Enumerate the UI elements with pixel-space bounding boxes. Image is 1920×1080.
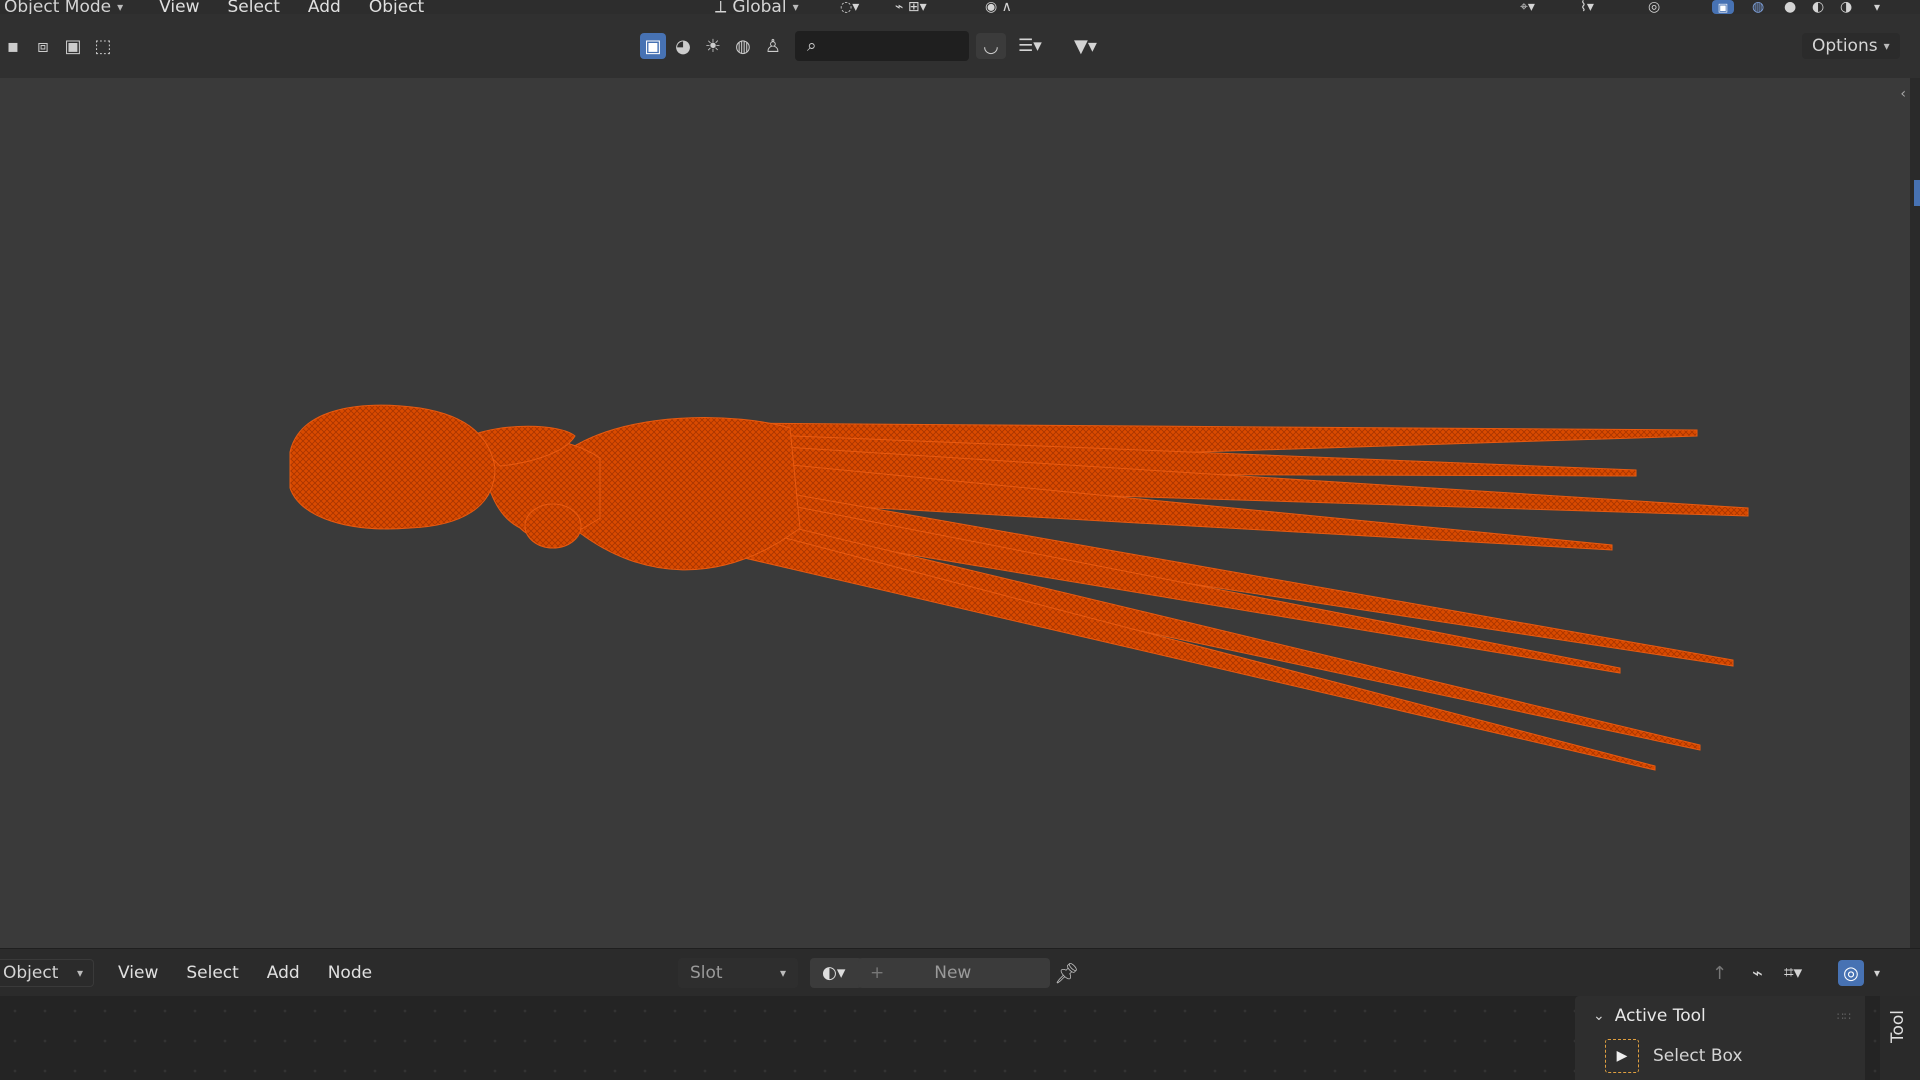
- curve-icon[interactable]: ◡: [976, 33, 1006, 59]
- object-type-label: Object: [3, 963, 59, 983]
- object-mode-dropdown[interactable]: Object Mode ▾: [0, 0, 133, 17]
- options-label: Options: [1812, 36, 1878, 56]
- squid-mesh[interactable]: [0, 78, 1910, 948]
- filter-icon[interactable]: ▼▾: [1074, 36, 1097, 57]
- chevron-down-icon: ▾: [779, 966, 786, 980]
- shading-solid-icon[interactable]: ●: [1784, 0, 1796, 15]
- active-tool-title[interactable]: Active Tool: [1615, 1006, 1706, 1026]
- chevron-down-icon: ▾: [1883, 39, 1890, 53]
- filter-particle-icon[interactable]: ☀: [700, 33, 726, 59]
- xray-icon[interactable]: ◎: [1648, 0, 1660, 15]
- chevron-down-icon[interactable]: ▾: [1874, 966, 1880, 980]
- snap-icon[interactable]: ⌁ ⊞▾: [895, 0, 927, 15]
- slot-dropdown[interactable]: Slot ▾: [678, 958, 798, 988]
- select-new-icon[interactable]: ▪: [0, 33, 26, 59]
- search-input[interactable]: ⌕: [795, 31, 969, 61]
- drag-handle-icon[interactable]: ∷∷: [1837, 1010, 1851, 1023]
- node-editor-header: Object ▾ View Select Add Node Slot ▾ ◐▾ …: [0, 948, 1920, 997]
- viewport-scrollbar[interactable]: [1910, 78, 1920, 948]
- chevron-down-icon[interactable]: ▾: [1874, 0, 1880, 14]
- filter-light-icon[interactable]: ♙: [760, 33, 786, 59]
- tool-header: ▪ ⧈ ▣ ⬚ ▣ ◕ ☀ ◍ ♙ ⌕ ◡ ☰▾ ▼▾ Options ▾: [0, 14, 1920, 79]
- tool-tab-label: Tool: [1888, 1010, 1908, 1044]
- scroll-thumb[interactable]: [1914, 180, 1920, 206]
- select-subtract-icon[interactable]: ▣: [60, 33, 86, 59]
- chevron-down-icon: ▾: [792, 0, 799, 14]
- new-label: New: [934, 963, 972, 983]
- node-menu-view[interactable]: View: [104, 963, 172, 983]
- snap-toggle-icon[interactable]: ⌁: [1752, 963, 1763, 984]
- filter-world-icon[interactable]: ◍: [730, 33, 756, 59]
- active-tool-panel: ⌄ Active Tool ∷∷ ▶ Select Box: [1575, 996, 1865, 1080]
- viewport-header: Object Mode ▾ View Select Add Object ⟂ G…: [0, 0, 1920, 17]
- chevron-down-icon: ▾: [117, 0, 124, 14]
- overlay-toggle-icon[interactable]: ◎: [1838, 960, 1864, 986]
- pin-icon[interactable]: 📌︎: [1054, 961, 1079, 985]
- new-material-button[interactable]: + New: [858, 958, 1050, 988]
- shading-rendered-icon[interactable]: ◑: [1840, 0, 1852, 15]
- 3d-viewport[interactable]: ‹: [0, 78, 1910, 948]
- filter-mesh-icon[interactable]: ◕: [670, 33, 696, 59]
- plus-icon: +: [870, 963, 885, 983]
- slot-label: Slot: [690, 963, 723, 983]
- node-menu-select[interactable]: Select: [172, 963, 252, 983]
- select-box-label: Select Box: [1653, 1046, 1743, 1066]
- overlay-icon[interactable]: ⌇▾: [1580, 0, 1594, 15]
- parent-node-icon[interactable]: ↑: [1712, 963, 1727, 984]
- transform-orientation-dropdown[interactable]: ⟂ Global ▾: [705, 0, 809, 17]
- shading-wireframe-icon[interactable]: ◍: [1752, 0, 1764, 15]
- chevron-down-icon[interactable]: ⌄: [1593, 1008, 1605, 1024]
- proportional-edit-icon[interactable]: ◉ ∧: [985, 0, 1012, 15]
- search-icon: ⌕: [807, 36, 817, 56]
- select-box-icon[interactable]: ▶: [1605, 1039, 1639, 1073]
- select-intersect-icon[interactable]: ⬚: [90, 33, 116, 59]
- object-type-dropdown[interactable]: Object ▾: [0, 959, 94, 987]
- select-extend-icon[interactable]: ⧈: [30, 33, 56, 59]
- material-browse[interactable]: ◐▾: [810, 958, 862, 988]
- chevron-down-icon: ▾: [76, 966, 83, 980]
- options-dropdown[interactable]: Options ▾: [1802, 33, 1900, 59]
- tool-tab[interactable]: Tool: [1880, 996, 1920, 1080]
- node-menu-node[interactable]: Node: [314, 963, 386, 983]
- node-menu-add[interactable]: Add: [253, 963, 314, 983]
- hierarchy-icon[interactable]: ☰▾: [1018, 36, 1042, 56]
- shading-material-icon[interactable]: ◐: [1812, 0, 1824, 15]
- snap-grid-icon[interactable]: ⌗▾: [1784, 963, 1802, 983]
- pivot-icon[interactable]: ◌▾: [840, 0, 859, 15]
- material-sphere-icon: ◐▾: [822, 963, 846, 983]
- gizmo-icon[interactable]: ⌖▾: [1520, 0, 1535, 15]
- filter-object-icon[interactable]: ▣: [640, 33, 666, 59]
- toggle-xray-icon[interactable]: ▣: [1712, 0, 1734, 14]
